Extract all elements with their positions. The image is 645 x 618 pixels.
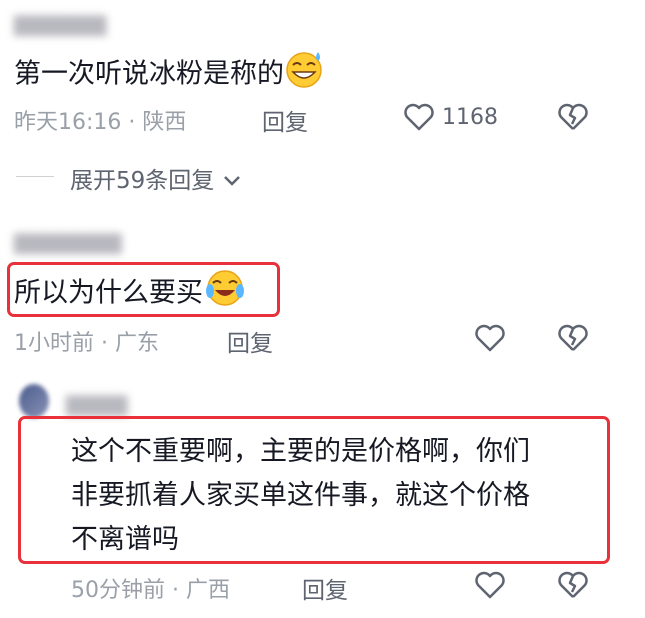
comment-text-line: 这个不重要啊，主要的是价格啊，你们 [71, 436, 530, 467]
comment-text: 所以为什么要买 [14, 267, 247, 321]
comment-text: 这个不重要啊，主要的是价格啊，你们 非要抓着人家买单这件事，就这个价格 不离谱吗 [71, 430, 530, 562]
reply-button[interactable]: 回复 [302, 571, 348, 605]
comment-meta: 1小时前 · 广东 [14, 325, 159, 357]
comment-time: 50分钟前 [71, 578, 165, 603]
grinning-sweat-emoji [284, 48, 328, 102]
comment-text-content: 第一次听说冰粉是称的 [14, 58, 284, 90]
comment-author[interactable]: ▇▇▇▇▇▇▇ [14, 230, 122, 254]
comment-text: 第一次听说冰粉是称的 [14, 48, 328, 102]
comment-location: 广东 [115, 331, 160, 356]
comment-text-line: 非要抓着人家买单这件事，就这个价格 [71, 480, 530, 511]
comment-meta: 50分钟前 · 广西 [71, 572, 230, 604]
broken-heart-icon[interactable] [557, 323, 589, 357]
comment-location: 陕西 [142, 110, 187, 135]
reply-button[interactable]: 回复 [227, 324, 273, 358]
meta-separator: · [101, 331, 108, 356]
avatar[interactable] [19, 384, 49, 418]
comment-meta: 昨天16:16 · 陕西 [14, 104, 186, 136]
reply-button[interactable]: 回复 [262, 103, 308, 137]
meta-separator: · [172, 578, 179, 603]
comment-time: 1小时前 [14, 331, 94, 356]
expand-divider [16, 176, 54, 177]
comment-text-content: 所以为什么要买 [14, 277, 203, 309]
heart-outline-icon[interactable] [403, 102, 435, 136]
broken-heart-icon[interactable] [557, 102, 589, 136]
comment-author[interactable]: ▇▇▇▇ [66, 392, 128, 416]
heart-outline-icon[interactable] [474, 323, 506, 357]
chevron-down-icon [222, 168, 242, 194]
comment-text-line: 不离谱吗 [71, 524, 179, 555]
like-count: 1168 [442, 105, 498, 130]
comment-time: 昨天16:16 [14, 110, 122, 135]
comment-location: 广西 [186, 578, 231, 603]
comment-author[interactable]: ▇▇▇▇▇▇ [14, 12, 106, 36]
crying-laughing-emoji [203, 267, 247, 321]
heart-outline-icon[interactable] [474, 570, 506, 604]
expand-replies-button[interactable]: 展开59条回复 [70, 161, 242, 195]
meta-separator: · [128, 110, 136, 135]
expand-replies-label: 展开59条回复 [70, 168, 215, 194]
broken-heart-icon[interactable] [557, 570, 589, 604]
